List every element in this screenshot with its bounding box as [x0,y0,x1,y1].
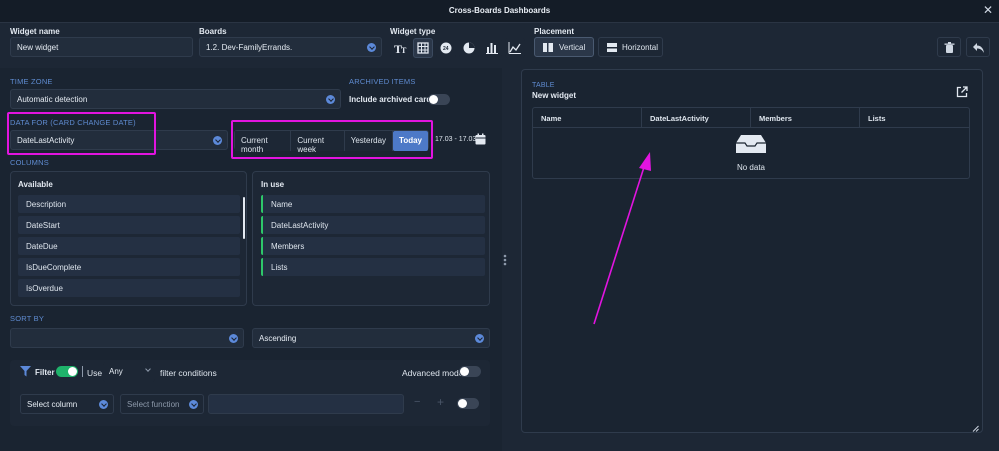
placement-horizontal-label: Horizontal [622,43,659,52]
sort-order-select[interactable]: Ascending [252,328,490,348]
available-column-item[interactable]: IsDueComplete [18,258,240,276]
chevron-down-icon [229,334,238,343]
horizontal-layout-icon [607,43,617,52]
filter-toggle[interactable] [56,366,78,377]
available-column-item[interactable]: DateStart [18,216,240,234]
remove-condition-button[interactable]: − [414,396,420,408]
in-use-columns-box: In use Name DateLastActivity Members Lis… [252,171,490,306]
chevron-down-icon [326,95,335,104]
back-button[interactable] [966,37,990,57]
table-icon[interactable] [413,38,433,58]
date-range-text: 17.03 - 17.03 [435,136,477,143]
in-use-column-item[interactable]: DateLastActivity [261,216,485,234]
condition-toggle[interactable] [457,398,479,409]
preview-title: New widget [532,91,577,100]
chevron-down-icon [189,400,198,409]
use-select[interactable]: Any [103,362,155,382]
use-value: Any [109,367,123,376]
pie-chart-icon[interactable] [459,38,479,58]
window-title: Cross-Boards Dashboards [448,6,551,15]
columns-label: COLUMNS [10,158,49,167]
widget-type-label: Widget type [390,27,436,36]
vertical-layout-icon [543,43,553,52]
separator [82,366,83,377]
trash-icon [944,42,955,53]
filter-conditions-label: filter conditions [160,368,217,378]
text-icon[interactable]: TT [390,38,410,58]
sort-by-label: SORT BY [10,314,45,323]
svg-text:T: T [401,46,407,55]
chevron-down-icon [475,334,484,343]
empty-inbox-icon [736,135,766,155]
line-chart-icon[interactable] [505,38,525,58]
include-archived-label: Include archived cards [349,95,436,104]
available-column-item[interactable]: DateDue [18,237,240,255]
available-columns-box: Available Description DateStart DateDue … [10,171,247,306]
widget-name-input[interactable]: New widget [10,37,193,57]
table-header-cell: Lists [860,108,969,128]
boards-label: Boards [199,27,227,36]
chevron-down-icon [367,43,376,52]
table-header-row: Name DateLastActivity Members Lists [533,108,969,128]
in-use-column-item[interactable]: Members [261,237,485,255]
chevron-down-icon [213,136,222,145]
annotation-box-data-for [7,112,156,155]
placement-label: Placement [534,27,575,36]
toggle-knob [458,399,467,408]
toggle-knob [68,367,77,376]
select-function-dropdown[interactable]: Select function [120,394,204,414]
resize-handle[interactable] [503,254,507,266]
select-column-dropdown[interactable]: Select column [20,394,114,414]
delete-button[interactable] [937,37,961,57]
table-header-cell: Members [751,108,860,128]
use-label: Use [87,368,103,378]
sort-order-value: Ascending [259,334,297,343]
add-condition-button[interactable]: + [437,395,444,409]
select-function-text: Select function [127,400,180,409]
in-use-column-item[interactable]: Name [261,195,485,213]
calendar-icon[interactable] [475,133,486,147]
in-use-title: In use [261,180,285,189]
available-column-item[interactable]: IsOverdue [18,279,240,297]
table-header-cell: DateLastActivity [642,108,751,128]
time-zone-select[interactable]: Automatic detection [10,89,341,109]
undo-icon [973,43,984,53]
toggle-knob [460,367,469,376]
resize-corner-icon[interactable] [972,424,979,434]
in-use-column-item[interactable]: Lists [261,258,485,276]
time-zone-value: Automatic detection [17,95,88,104]
placement-horizontal-button[interactable]: Horizontal [598,37,663,57]
available-column-item[interactable]: Description [18,195,240,213]
scrollbar-thumb[interactable] [243,197,245,239]
boards-value: 1.2. Dev-FamilyErrands. [206,43,293,52]
time-zone-label: TIME ZONE [10,77,53,86]
table-header-cell: Name [533,108,642,128]
chevron-down-icon [145,366,151,372]
bar-chart-icon[interactable] [482,38,502,58]
annotation-arrow [593,152,651,325]
advanced-mode-toggle[interactable] [459,366,481,377]
filter-value-input[interactable] [208,394,404,414]
advanced-mode-label: Advanced mode [402,368,464,378]
sort-field-select[interactable] [10,328,244,348]
counter-icon[interactable]: 24 [436,38,456,58]
archived-items-label: ARCHIVED ITEMS [349,77,416,86]
select-column-text: Select column [27,400,78,409]
preview-type-label: TABLE [532,82,555,89]
include-archived-toggle[interactable] [428,94,450,105]
open-external-icon[interactable] [956,86,968,100]
placement-vertical-button[interactable]: Vertical [534,37,594,57]
svg-text:24: 24 [443,46,449,52]
annotation-box-date-range [231,120,433,159]
widget-name-label: Widget name [10,27,60,36]
placement-vertical-label: Vertical [559,43,586,52]
filter-label: Filter [35,368,55,377]
toggle-knob [429,95,438,104]
filter-icon [20,366,31,379]
boards-select[interactable]: 1.2. Dev-FamilyErrands. [199,37,382,57]
close-icon[interactable]: ✕ [983,3,993,17]
available-title: Available [18,180,53,189]
chevron-down-icon [99,400,108,409]
